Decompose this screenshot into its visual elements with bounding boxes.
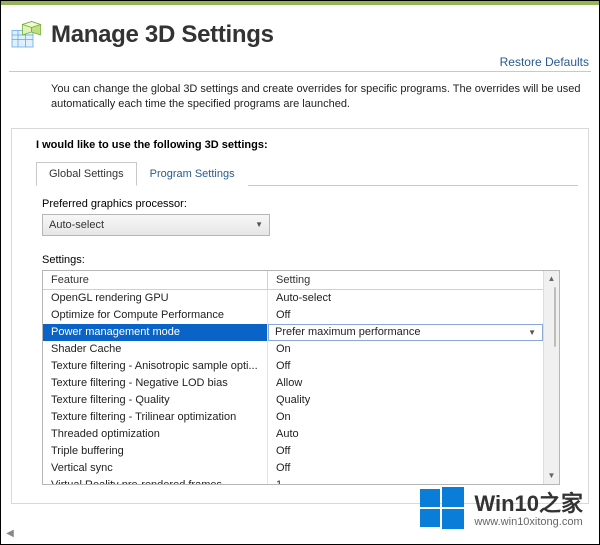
windows-logo-icon (418, 485, 466, 536)
table-row[interactable]: Power management modePrefer maximum perf… (43, 324, 543, 341)
scroll-up-icon[interactable]: ▲ (544, 271, 559, 287)
feature-cell: Threaded optimization (43, 426, 268, 443)
feature-cell: OpenGL rendering GPU (43, 290, 268, 307)
gpu-select[interactable]: Auto-select ▼ (42, 214, 270, 236)
settings-grid: Feature Setting OpenGL rendering GPUAuto… (42, 270, 560, 485)
watermark-url: www.win10xitong.com (474, 517, 583, 528)
page-title: Manage 3D Settings (51, 21, 274, 49)
chevron-down-icon: ▼ (255, 220, 263, 229)
column-setting[interactable]: Setting (268, 271, 543, 289)
scrollbar[interactable]: ▲ ▼ (543, 271, 559, 484)
chevron-down-icon: ▼ (528, 324, 536, 341)
setting-select-value: Prefer maximum performance (275, 324, 421, 341)
feature-cell: Texture filtering - Negative LOD bias (43, 375, 268, 392)
tab-global-settings[interactable]: Global Settings (36, 162, 137, 186)
setting-cell: Auto-select (268, 290, 543, 307)
setting-cell: Off (268, 307, 543, 324)
restore-defaults-link[interactable]: Restore Defaults (500, 55, 589, 69)
gpu-select-value: Auto-select (49, 219, 104, 231)
feature-cell: Texture filtering - Quality (43, 392, 268, 409)
setting-cell: On (268, 341, 543, 358)
setting-cell: 1 (268, 477, 543, 484)
setting-cell: Off (268, 443, 543, 460)
feature-cell: Texture filtering - Anisotropic sample o… (43, 358, 268, 375)
settings-panel: I would like to use the following 3D set… (11, 128, 589, 504)
setting-cell: Off (268, 460, 543, 477)
table-row[interactable]: Virtual Reality pre-rendered frames1 (43, 477, 543, 484)
column-feature[interactable]: Feature (43, 271, 268, 289)
setting-select[interactable]: Prefer maximum performance ▼ (268, 324, 543, 341)
feature-cell: Vertical sync (43, 460, 268, 477)
feature-cell: Optimize for Compute Performance (43, 307, 268, 324)
watermark: Win10之家 www.win10xitong.com (418, 485, 583, 536)
table-row[interactable]: Vertical syncOff (43, 460, 543, 477)
intro-text: You can change the global 3D settings an… (1, 72, 599, 118)
scroll-left-button[interactable]: ◀ (3, 526, 17, 540)
table-row[interactable]: Triple bufferingOff (43, 443, 543, 460)
gpu-label: Preferred graphics processor: (42, 198, 566, 210)
setting-cell: Quality (268, 392, 543, 409)
table-row[interactable]: Texture filtering - Trilinear optimizati… (43, 409, 543, 426)
settings-label: Settings: (42, 254, 566, 266)
setting-cell[interactable]: Prefer maximum performance ▼ (268, 324, 543, 341)
feature-cell: Shader Cache (43, 341, 268, 358)
setting-cell: Off (268, 358, 543, 375)
feature-cell: Virtual Reality pre-rendered frames (43, 477, 268, 484)
feature-cell: Triple buffering (43, 443, 268, 460)
setting-cell: Allow (268, 375, 543, 392)
table-row[interactable]: Optimize for Compute PerformanceOff (43, 307, 543, 324)
scroll-down-icon[interactable]: ▼ (544, 468, 559, 484)
tab-bar: Global Settings Program Settings (36, 161, 578, 186)
table-row[interactable]: Texture filtering - Negative LOD biasAll… (43, 375, 543, 392)
feature-cell: Power management mode (43, 324, 268, 341)
table-row[interactable]: Threaded optimizationAuto (43, 426, 543, 443)
table-row[interactable]: Texture filtering - Anisotropic sample o… (43, 358, 543, 375)
panel-heading: I would like to use the following 3D set… (36, 139, 578, 161)
setting-cell: Auto (268, 426, 543, 443)
tab-program-settings[interactable]: Program Settings (137, 162, 248, 186)
setting-cell: On (268, 409, 543, 426)
feature-cell: Texture filtering - Trilinear optimizati… (43, 409, 268, 426)
table-row[interactable]: Texture filtering - QualityQuality (43, 392, 543, 409)
table-row[interactable]: OpenGL rendering GPUAuto-select (43, 290, 543, 307)
watermark-title: Win10之家 (474, 493, 583, 515)
scroll-thumb[interactable] (554, 287, 556, 347)
table-row[interactable]: Shader CacheOn (43, 341, 543, 358)
manage-3d-icon (7, 15, 47, 55)
